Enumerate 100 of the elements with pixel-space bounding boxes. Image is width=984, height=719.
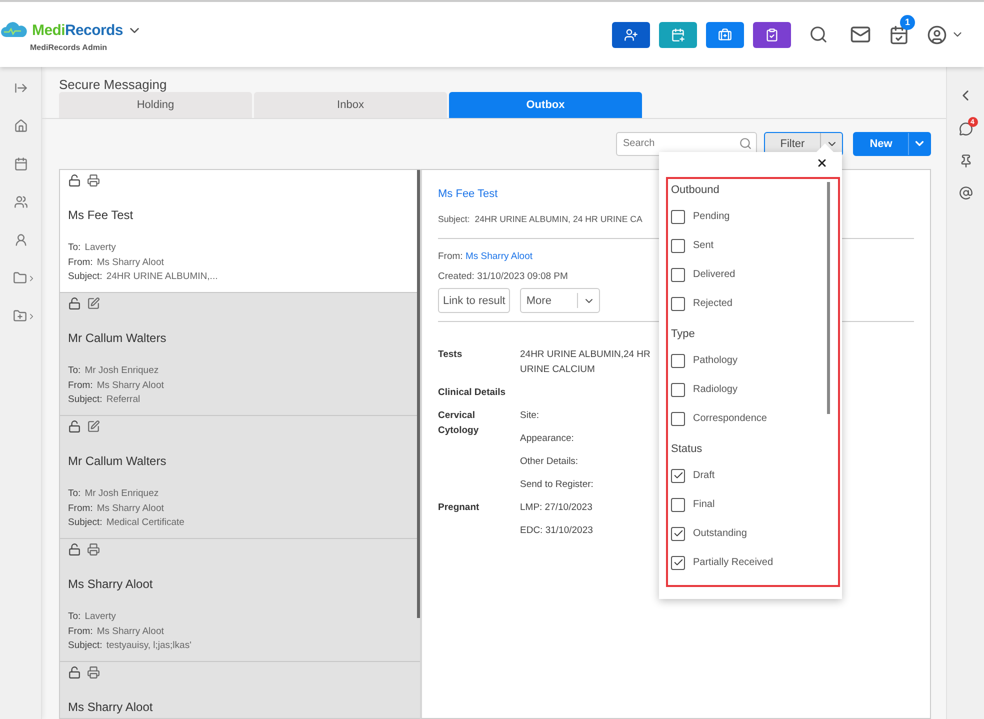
sender-line: From: Ms Sharry Aloot <box>438 250 533 264</box>
checkbox[interactable] <box>671 526 685 540</box>
filter-group-heading: Outbound <box>671 184 720 196</box>
tab[interactable]: Inbox <box>254 92 447 118</box>
organisation-name: MediRecords Admin <box>30 42 108 52</box>
subject-line: Subject: testyauisy, l;jas;lkas' <box>68 639 192 653</box>
recipient-line: To: Mr Josh Enriquez <box>68 487 159 501</box>
checkbox[interactable] <box>671 382 685 396</box>
sender-line: From: Ms Sharry Aloot <box>68 378 164 392</box>
message-item[interactable]: Ms Fee Test To: Laverty From: Ms Sharry Aloot Subject: 24HR URINE ALBUMIN,... <box>60 170 420 293</box>
unlocked-icon <box>68 174 81 187</box>
checkbox[interactable] <box>671 210 685 224</box>
scrollbar[interactable] <box>417 170 420 618</box>
recipient-line: To: Laverty <box>68 610 116 624</box>
quick-action-button[interactable] <box>753 22 791 48</box>
quick-action-button[interactable] <box>659 22 697 48</box>
user-icon[interactable] <box>14 231 28 249</box>
add-user-icon <box>624 28 638 42</box>
unlocked-icon <box>68 543 81 556</box>
more-dropdown[interactable]: More <box>520 288 600 313</box>
checkbox-label: Sent <box>693 240 714 251</box>
brand-name: MediRecords <box>32 22 123 38</box>
search-icon[interactable] <box>809 25 828 44</box>
subject-line: Subject: 24HR URINE ALBUMIN,... <box>68 270 218 284</box>
checkbox-label: Delivered <box>693 269 736 280</box>
calendar-add-icon <box>671 28 685 42</box>
quick-action-button[interactable] <box>612 22 650 48</box>
search-field[interactable]: Search <box>616 132 757 156</box>
close-icon[interactable] <box>816 157 828 169</box>
checkbox-label: Outstanding <box>693 528 747 539</box>
recipient-line: To: Mr Josh Enriquez <box>68 364 159 378</box>
checkbox[interactable] <box>671 354 685 368</box>
home-icon[interactable] <box>14 117 28 135</box>
quick-action-button[interactable] <box>706 22 744 48</box>
notification-badge: 1 <box>900 14 915 30</box>
check-icon <box>672 557 684 568</box>
checkbox[interactable] <box>671 268 685 282</box>
search-input[interactable]: Search <box>621 137 739 150</box>
users-icon[interactable] <box>14 193 28 211</box>
pin-icon[interactable] <box>958 154 972 168</box>
checkbox-label: Pending <box>693 211 730 222</box>
field-value: 24HR URINE ALBUMIN,24 HR URINE CALCIUM <box>520 348 652 377</box>
recipient-line: To: Laverty <box>68 241 116 255</box>
at-sign-icon[interactable] <box>958 186 972 200</box>
patient-name: Ms Sharry Aloot <box>68 577 154 591</box>
filter-group-heading: Type <box>671 328 696 340</box>
patient-name: Mr Callum Walters <box>68 454 168 468</box>
checkbox[interactable] <box>671 238 685 252</box>
checkbox-label: Partially Received <box>693 557 774 568</box>
sender-line: From: Ms Sharry Aloot <box>68 256 164 270</box>
edit-icon <box>87 297 100 310</box>
chat-icon <box>958 122 972 136</box>
subject-line: Subject: 24HR URINE ALBUMIN, 24 HR URINE CA <box>438 213 642 226</box>
checkbox-label: Final <box>693 499 715 510</box>
printer-icon <box>87 174 100 187</box>
user-avatar-icon[interactable] <box>927 24 947 44</box>
calendar-check-icon[interactable] <box>889 24 909 44</box>
filter-group-heading: Status <box>671 443 704 455</box>
checkbox[interactable] <box>671 556 685 570</box>
sender-line: From: Ms Sharry Aloot <box>68 624 164 638</box>
checkbox-label: Rejected <box>693 298 732 309</box>
checkbox-label: Correspondence <box>693 413 767 424</box>
patient-link[interactable]: Ms Fee Test <box>438 188 498 200</box>
checkbox[interactable] <box>671 296 685 310</box>
field-value: LMP: 27/10/2023 <box>520 501 594 515</box>
subject-line: Subject: Referral <box>68 393 140 407</box>
unlocked-icon <box>68 297 81 310</box>
page-title: Secure Messaging <box>59 77 168 92</box>
sender-line: From: Ms Sharry Aloot <box>68 502 164 516</box>
patient-name: Ms Fee Test <box>68 208 134 222</box>
tab[interactable]: Outbox <box>449 92 642 118</box>
check-icon <box>672 470 684 481</box>
patient-name: Ms Sharry Aloot <box>68 700 154 714</box>
sender-link[interactable]: Ms Sharry Aloot <box>465 251 533 262</box>
search-icon <box>739 137 752 150</box>
unlocked-icon <box>68 666 81 679</box>
checkbox-label: Radiology <box>693 384 738 395</box>
mail-icon[interactable] <box>850 24 871 45</box>
field-value: EDC: 31/10/2023 <box>520 524 594 538</box>
link-to-result-button[interactable]: Link to result <box>438 288 510 313</box>
check-icon <box>672 528 684 539</box>
clipboard-icon <box>765 28 779 42</box>
printer-icon <box>87 543 100 556</box>
checkbox-label: Pathology <box>693 355 738 366</box>
field-value: Appearance: <box>520 432 575 446</box>
edit-icon <box>87 420 100 433</box>
tab[interactable]: Holding <box>59 92 252 118</box>
patient-name: Mr Callum Walters <box>68 331 168 345</box>
unlocked-icon <box>68 420 81 433</box>
calendar-icon[interactable] <box>14 155 28 173</box>
field-value: Send to Register: <box>520 478 594 492</box>
field-label: Clinical Details <box>438 386 507 400</box>
checkbox[interactable] <box>671 412 685 426</box>
printer-icon <box>87 666 100 679</box>
checkbox[interactable] <box>671 468 685 482</box>
field-label: Tests <box>438 348 464 362</box>
checkbox[interactable] <box>671 498 685 512</box>
field-value: Other Details: <box>520 455 580 469</box>
scrollbar[interactable] <box>827 182 830 414</box>
checkbox-label: Draft <box>693 470 715 481</box>
